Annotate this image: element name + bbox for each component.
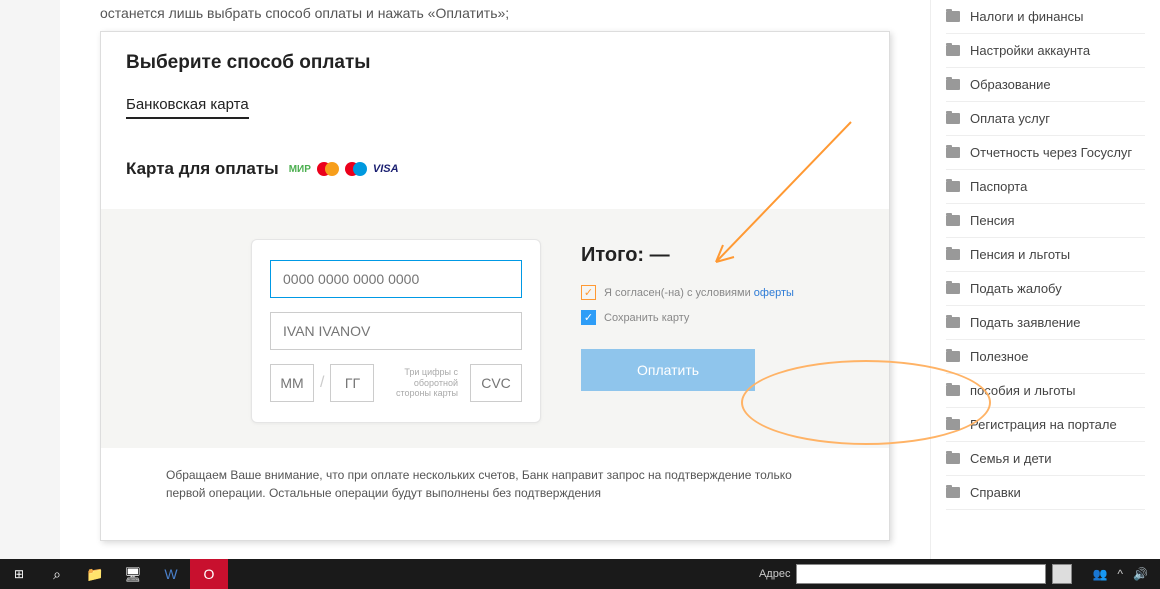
word-icon[interactable]: W [152, 559, 190, 589]
opera-icon[interactable]: O [190, 559, 228, 589]
agree-checkbox-row[interactable]: ✓ Я согласен(-на) с условиями оферты [581, 285, 869, 300]
mir-logo-icon: МИР [289, 164, 311, 175]
slash-separator: / [320, 374, 324, 392]
app-icon[interactable]: 🖥 [114, 559, 152, 589]
offer-link[interactable]: оферты [754, 287, 794, 299]
checkbox-checked-icon: ✓ [581, 310, 596, 325]
address-label: Адрес [759, 568, 791, 580]
folder-icon [946, 11, 960, 22]
intro-text: останется лишь выбрать способ оплаты и н… [100, 0, 890, 31]
card-name-input[interactable] [270, 312, 522, 350]
sidebar-item[interactable]: Паспорта [946, 170, 1145, 204]
address-input[interactable] [796, 564, 1046, 584]
card-cvc-input[interactable] [470, 364, 522, 402]
save-card-checkbox-row[interactable]: ✓ Сохранить карту [581, 310, 869, 325]
sidebar-item[interactable]: Отчетность через Госуслуг [946, 136, 1145, 170]
folder-icon [946, 181, 960, 192]
mastercard-logo-icon [317, 162, 339, 176]
start-button[interactable]: ⊞ [0, 559, 38, 589]
card-month-input[interactable] [270, 364, 314, 402]
folder-icon [946, 249, 960, 260]
sidebar-item[interactable]: Образование [946, 68, 1145, 102]
sidebar-item[interactable]: Справки [946, 476, 1145, 510]
sidebar-item[interactable]: Семья и дети [946, 442, 1145, 476]
folder-icon [946, 79, 960, 90]
payment-note: Обращаем Ваше внимание, что при оплате н… [126, 448, 864, 502]
card-for-payment-label: Карта для оплаты [126, 159, 279, 179]
pay-button[interactable]: Оплатить [581, 349, 755, 391]
folder-icon [946, 215, 960, 226]
card-year-input[interactable] [330, 364, 374, 402]
panel-title: Выберите способ оплаты [126, 52, 864, 74]
visa-logo-icon: VISA [373, 163, 399, 175]
sidebar-item[interactable]: Подать жалобу [946, 272, 1145, 306]
folder-icon [946, 351, 960, 362]
folder-icon [946, 113, 960, 124]
folder-icon [946, 385, 960, 396]
tab-bank-card[interactable]: Банковская карта [126, 96, 249, 119]
folder-icon [946, 283, 960, 294]
tray-up-icon[interactable]: ^ [1117, 567, 1123, 581]
sidebar-item[interactable]: Полезное [946, 340, 1145, 374]
sidebar: Налоги и финансы Настройки аккаунта Обра… [930, 0, 1160, 559]
card-number-input[interactable] [270, 260, 522, 298]
folder-icon [946, 487, 960, 498]
folder-icon [946, 419, 960, 430]
credit-card-form: / Три цифры с оборотной стороны карты [251, 239, 541, 423]
cvc-hint: Три цифры с оборотной стороны карты [380, 367, 464, 399]
sidebar-item[interactable]: Подать заявление [946, 306, 1145, 340]
search-icon[interactable]: ⌕ [38, 559, 76, 589]
folder-icon [946, 45, 960, 56]
sidebar-item[interactable]: Оплата услуг [946, 102, 1145, 136]
folder-icon [946, 453, 960, 464]
taskbar: ⊞ ⌕ 📁 🖥 W O Адрес 👥 ^ 🔊 [0, 559, 1160, 589]
sidebar-item[interactable]: Пенсия и льготы [946, 238, 1145, 272]
payment-panel: Выберите способ оплаты Банковская карта … [100, 31, 890, 541]
sidebar-item[interactable]: Регистрация на портале [946, 408, 1145, 442]
sidebar-item[interactable]: Налоги и финансы [946, 0, 1145, 34]
sidebar-item[interactable]: пособия и льготы [946, 374, 1145, 408]
card-logos: МИР VISA [289, 162, 399, 176]
total-label: Итого: — [581, 244, 869, 267]
folder-icon [946, 317, 960, 328]
volume-icon[interactable]: 🔊 [1133, 567, 1148, 581]
sidebar-item[interactable]: Пенсия [946, 204, 1145, 238]
checkbox-icon: ✓ [581, 285, 596, 300]
file-explorer-icon[interactable]: 📁 [76, 559, 114, 589]
sidebar-item[interactable]: Настройки аккаунта [946, 34, 1145, 68]
address-go-button[interactable] [1052, 564, 1072, 584]
people-icon[interactable]: 👥 [1092, 567, 1107, 581]
maestro-logo-icon [345, 162, 367, 176]
folder-icon [946, 147, 960, 158]
